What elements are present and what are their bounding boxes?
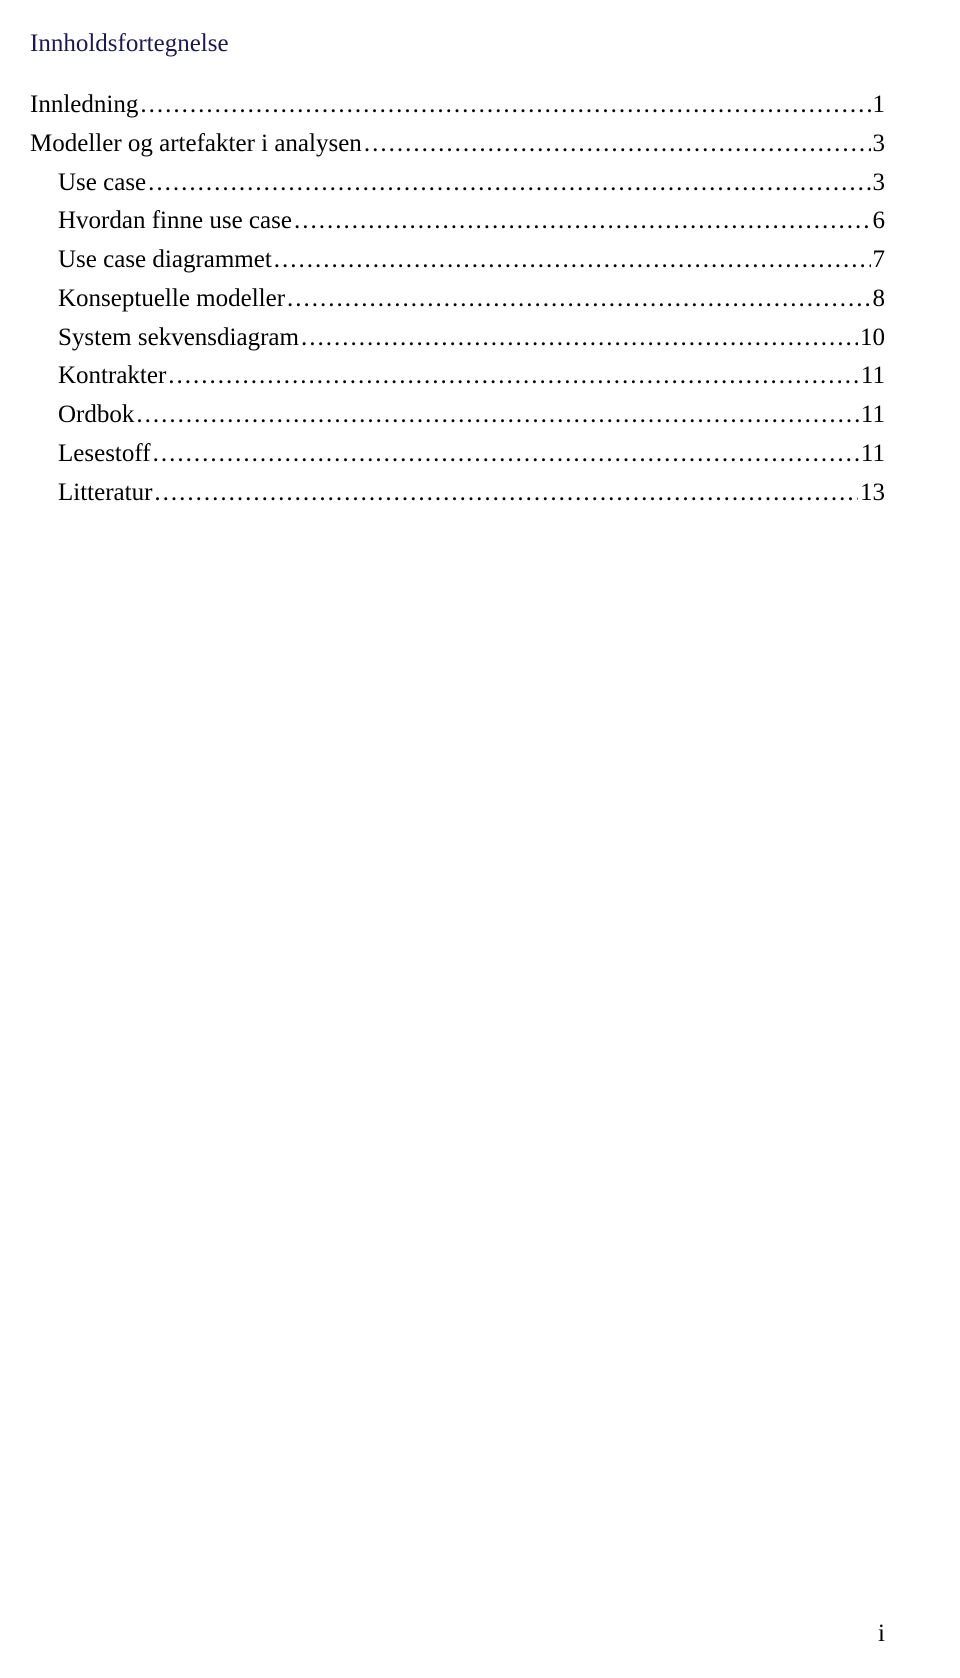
toc-entry: Kontrakter 11 [30,357,885,396]
toc-entry-page: 11 [861,396,885,435]
toc-entry-label: Use case [58,164,146,203]
toc-title: Innholdsfortegnelse [30,30,885,58]
toc-dots [364,125,871,164]
toc-entry: Use case 3 [30,164,885,203]
toc-entry-page: 11 [861,357,885,396]
toc-entry-page: 3 [873,164,886,203]
toc-entry-label: Kontrakter [58,357,166,396]
toc-entry-label: Lesestoff [58,435,151,474]
toc-dots [301,319,858,358]
toc-entry-page: 10 [860,319,885,358]
toc-entry-label: Use case diagrammet [58,241,272,280]
toc-dots [274,241,871,280]
toc-entry-page: 11 [861,435,885,474]
page-number: i [878,1620,885,1648]
toc-entry-label: Hvordan finne use case [58,202,292,241]
toc-entry-label: Modeller og artefakter i analysen [30,125,362,164]
toc-entry: Ordbok 11 [30,396,885,435]
toc-dots [136,396,859,435]
toc-entry: Use case diagrammet 7 [30,241,885,280]
toc-dots [168,357,859,396]
toc-list: Innledning 1 Modeller og artefakter i an… [30,86,885,512]
toc-dots [140,86,870,125]
toc-dots [154,474,858,513]
toc-entry: Innledning 1 [30,86,885,125]
toc-entry: Hvordan finne use case 6 [30,202,885,241]
toc-dots [294,202,871,241]
toc-entry: Litteratur 13 [30,474,885,513]
toc-entry-page: 7 [873,241,886,280]
toc-entry-label: System sekvensdiagram [58,319,299,358]
toc-entry-label: Konseptuelle modeller [58,280,285,319]
toc-entry: System sekvensdiagram 10 [30,319,885,358]
toc-dots [148,164,870,203]
toc-entry-page: 1 [873,86,886,125]
toc-entry: Konseptuelle modeller 8 [30,280,885,319]
toc-entry-label: Ordbok [58,396,134,435]
toc-entry-page: 13 [860,474,885,513]
toc-dots [153,435,859,474]
toc-entry-label: Litteratur [58,474,152,513]
toc-entry: Lesestoff 11 [30,435,885,474]
toc-entry-page: 8 [873,280,886,319]
toc-entry-page: 6 [873,202,886,241]
toc-entry-page: 3 [873,125,886,164]
toc-entry-label: Innledning [30,86,138,125]
toc-dots [287,280,870,319]
toc-entry: Modeller og artefakter i analysen 3 [30,125,885,164]
